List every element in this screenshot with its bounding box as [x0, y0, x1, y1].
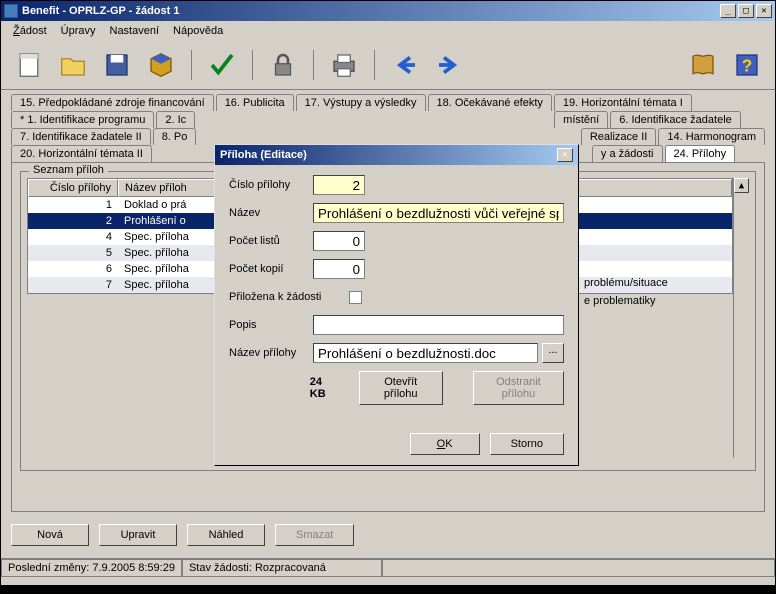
menu-napoveda[interactable]: Nápověda: [167, 23, 229, 39]
cislo-input[interactable]: [313, 175, 365, 195]
minimize-button[interactable]: _: [720, 4, 736, 18]
forward-icon[interactable]: [431, 47, 467, 83]
back-icon[interactable]: [387, 47, 423, 83]
tab-8[interactable]: 8. Po: [153, 128, 197, 145]
open-icon[interactable]: [55, 47, 91, 83]
tab-14[interactable]: 14. Harmonogram: [658, 128, 765, 145]
toolbar: ?: [1, 41, 775, 90]
status-changes: Poslední změny: 7.9.2005 8:59:29: [1, 559, 182, 577]
row-extra-text: e problematiky: [584, 295, 656, 307]
nazev-input[interactable]: [313, 203, 564, 223]
browse-button[interactable]: ...: [542, 343, 564, 363]
tab-23[interactable]: y a žádosti: [592, 145, 663, 162]
kopie-input[interactable]: [313, 259, 365, 279]
file-size: 24 KB: [310, 376, 329, 400]
cell-id: 2: [28, 213, 118, 229]
tab-1[interactable]: * 1. Identifikace programu: [11, 111, 154, 128]
tab-13[interactable]: Realizace II: [581, 128, 656, 145]
smazat-button: Smazat: [275, 524, 354, 546]
window-title: Benefit - OPRLZ-GP - žádost 1: [22, 5, 720, 17]
group-label: Seznam příloh: [29, 164, 108, 176]
vertical-scrollbar[interactable]: ▲: [733, 178, 749, 458]
label-listy: Počet listů: [229, 235, 313, 247]
maximize-button[interactable]: □: [738, 4, 754, 18]
action-buttons: Nová Upravit Náhled Smazat: [1, 512, 775, 558]
label-cislo: Číslo přílohy: [229, 179, 313, 191]
status-state: Stav žádosti: Rozpracovaná: [182, 559, 382, 577]
dialog-title: Příloha (Editace): [220, 149, 557, 161]
dialog-close-icon[interactable]: ✕: [557, 148, 573, 162]
tab-15[interactable]: 15. Předpokládané zdroje financování: [11, 94, 214, 111]
cell-id: 5: [28, 245, 118, 261]
print-icon[interactable]: [326, 47, 362, 83]
menu-zadost[interactable]: Žádost: [7, 23, 53, 39]
menu-nastaveni[interactable]: Nastavení: [104, 23, 166, 39]
popis-input[interactable]: [313, 315, 564, 335]
ok-button[interactable]: OK: [410, 433, 480, 455]
close-button[interactable]: ✕: [756, 4, 772, 18]
label-popis: Popis: [229, 319, 313, 331]
delete-attachment-button: Odstranit přílohu: [473, 371, 564, 405]
open-attachment-button[interactable]: Otevřít přílohu: [359, 371, 443, 405]
tab-19[interactable]: 19. Horizontální témata I: [554, 94, 692, 111]
tab-5[interactable]: místění: [554, 111, 608, 128]
new-icon[interactable]: [11, 47, 47, 83]
statusbar: Poslední změny: 7.9.2005 8:59:29 Stav žá…: [1, 558, 775, 577]
menubar: Žádost Úpravy Nastavení Nápověda: [1, 21, 775, 41]
col-header-id[interactable]: Číslo přílohy: [28, 179, 118, 197]
cell-id: 4: [28, 229, 118, 245]
cell-id: 1: [28, 197, 118, 213]
nahled-button[interactable]: Náhled: [187, 524, 265, 546]
label-kopie: Počet kopií: [229, 263, 313, 275]
help-icon[interactable]: ?: [729, 47, 765, 83]
cell-id: 7: [28, 277, 118, 293]
tab-7[interactable]: 7. Identifikace žadatele II: [11, 128, 151, 145]
listy-input[interactable]: [313, 231, 365, 251]
tab-17[interactable]: 17. Výstupy a výsledky: [296, 94, 426, 111]
label-soubor: Název přílohy: [229, 347, 313, 359]
tab-2[interactable]: 2. Ic: [156, 111, 195, 128]
label-nazev: Název: [229, 207, 313, 219]
scroll-up-icon[interactable]: ▲: [734, 178, 749, 193]
check-icon[interactable]: [204, 47, 240, 83]
save-icon[interactable]: [99, 47, 135, 83]
menu-upravy[interactable]: Úpravy: [55, 23, 102, 39]
tab-20[interactable]: 20. Horizontální témata II: [11, 145, 152, 162]
titlebar: Benefit - OPRLZ-GP - žádost 1 _ □ ✕: [1, 1, 775, 21]
book-icon[interactable]: [685, 47, 721, 83]
svg-text:?: ?: [742, 55, 753, 75]
row-extra-text: problému/situace: [584, 277, 668, 289]
label-prilozena: Přiložena k žádosti: [229, 291, 349, 303]
tab-16[interactable]: 16. Publicita: [216, 94, 294, 111]
cell-id: 6: [28, 261, 118, 277]
attachment-edit-dialog: Příloha (Editace) ✕ Číslo přílohy Název …: [214, 144, 579, 466]
soubor-input[interactable]: [313, 343, 538, 363]
tab-24[interactable]: 24. Přílohy: [665, 145, 736, 162]
app-icon: [4, 4, 18, 18]
tab-6[interactable]: 6. Identifikace žadatele: [610, 111, 741, 128]
upravit-button[interactable]: Upravit: [99, 524, 177, 546]
storno-button[interactable]: Storno: [490, 433, 564, 455]
nova-button[interactable]: Nová: [11, 524, 89, 546]
prilozena-checkbox[interactable]: [349, 291, 362, 304]
package-icon[interactable]: [143, 47, 179, 83]
lock-icon[interactable]: [265, 47, 301, 83]
tab-18[interactable]: 18. Očekávané efekty: [428, 94, 552, 111]
